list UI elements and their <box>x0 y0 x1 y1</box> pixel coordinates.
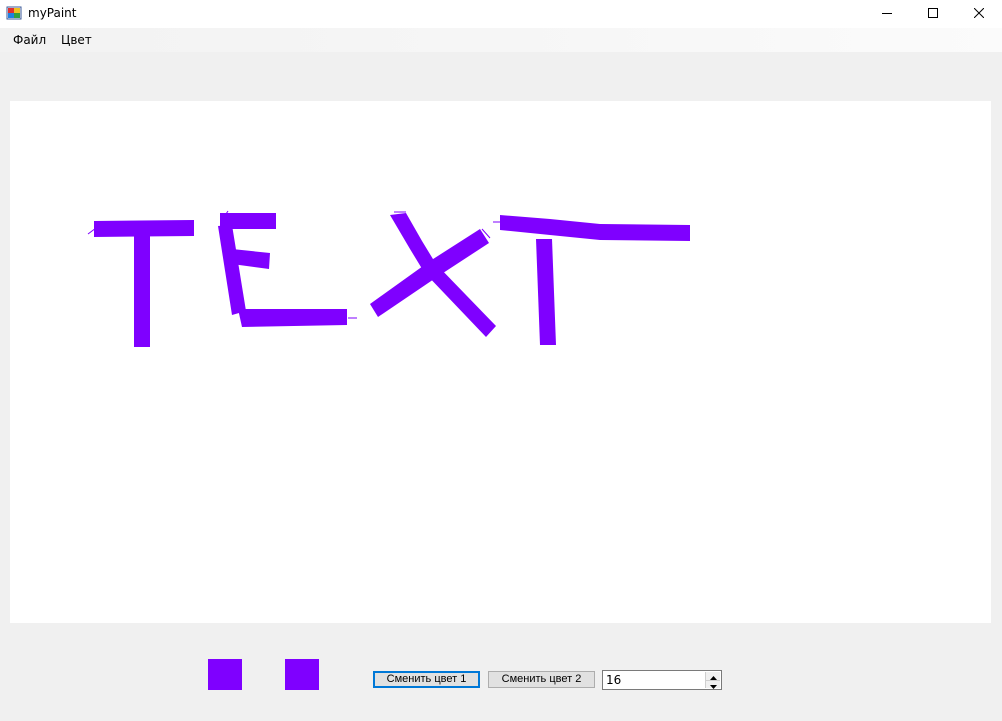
letter-x-stroke <box>370 211 496 337</box>
stepper-arrows <box>705 672 720 689</box>
minimize-button[interactable] <box>864 0 910 28</box>
window-title: myPaint <box>28 6 77 20</box>
change-color-1-button[interactable]: Сменить цвет 1 <box>373 671 480 688</box>
stepper-down-button[interactable] <box>706 680 720 689</box>
menu-bar: Файл Цвет <box>0 28 1002 52</box>
brush-size-stepper[interactable]: 16 <box>602 670 722 690</box>
maximize-button[interactable] <box>910 0 956 28</box>
drawing-canvas[interactable] <box>10 101 991 623</box>
menu-file[interactable]: Файл <box>7 32 52 48</box>
title-bar[interactable]: myPaint <box>0 0 1002 28</box>
chevron-down-icon <box>709 678 717 692</box>
color-swatch-1 <box>208 659 242 690</box>
paint-app-icon <box>6 5 22 21</box>
color-swatch-2 <box>285 659 319 690</box>
letter-e-stroke <box>218 210 357 327</box>
close-button[interactable] <box>956 0 1002 28</box>
drawing-strokes <box>87 210 690 347</box>
change-color-2-button[interactable]: Сменить цвет 2 <box>488 671 595 688</box>
drawn-text-strokes <box>87 210 690 347</box>
letter-t-stroke <box>87 220 194 347</box>
maximize-icon <box>928 7 938 21</box>
menu-color[interactable]: Цвет <box>55 32 98 48</box>
letter-t2-stroke <box>493 215 690 345</box>
main-window: myPaint Файл Цвет Сменить цвет 1 Сменить… <box>0 0 1002 721</box>
minimize-icon <box>882 7 892 21</box>
brush-size-value[interactable]: 16 <box>606 672 621 688</box>
close-icon <box>973 7 985 21</box>
